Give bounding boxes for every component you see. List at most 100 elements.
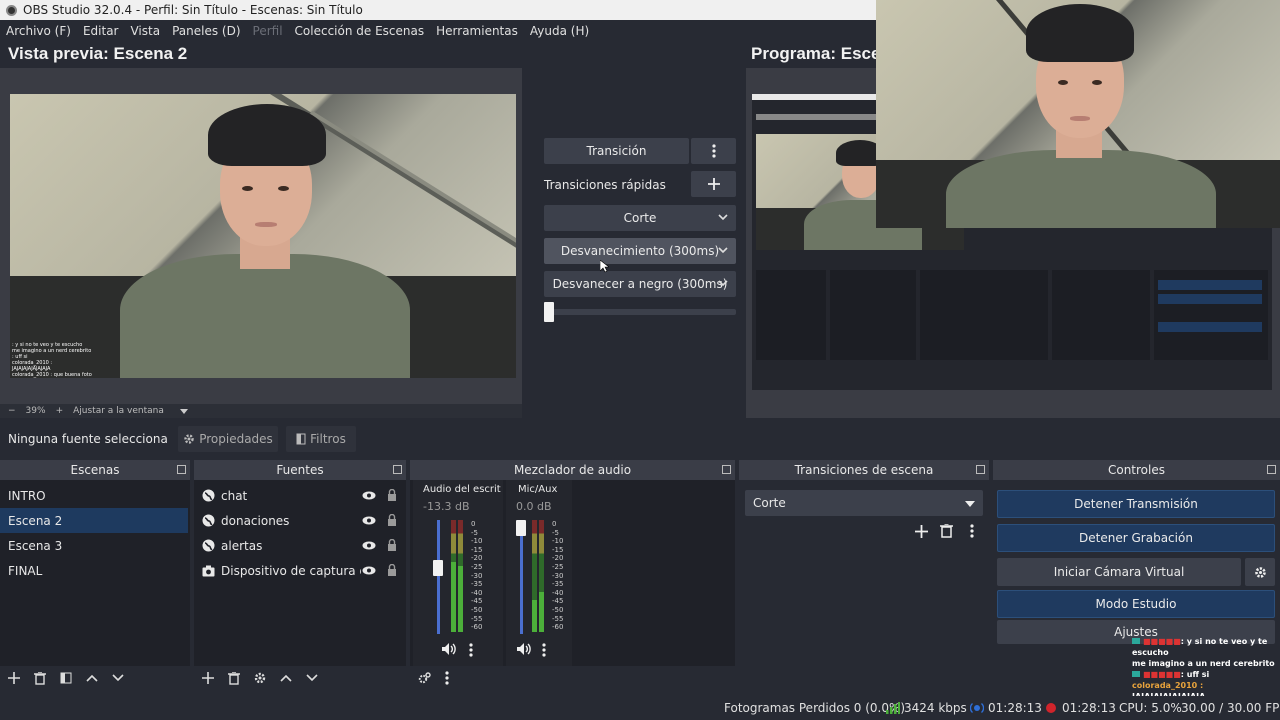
kebab-menu-icon[interactable] bbox=[469, 643, 473, 657]
eye-icon[interactable] bbox=[362, 566, 376, 575]
sources-list: chat donaciones alertas Dispositivo de c… bbox=[194, 480, 406, 666]
eye-icon[interactable] bbox=[362, 491, 376, 500]
remove-scene-button[interactable] bbox=[34, 671, 46, 685]
record-time: 01:28:13 bbox=[1062, 701, 1116, 715]
menu-coleccion-escenas[interactable]: Colección de Escenas bbox=[289, 24, 431, 38]
quick-transition-desvanecimiento[interactable]: Desvanecimiento (300ms) bbox=[544, 238, 736, 264]
dock-float-icon[interactable] bbox=[722, 465, 731, 474]
advanced-audio-button[interactable] bbox=[418, 672, 431, 684]
source-properties-button[interactable] bbox=[254, 672, 266, 684]
transition-properties-button[interactable] bbox=[970, 524, 974, 538]
sources-toolbar bbox=[194, 666, 406, 690]
menu-editar[interactable]: Editar bbox=[77, 24, 125, 38]
dock-float-icon[interactable] bbox=[177, 465, 186, 474]
remove-transition-button[interactable] bbox=[940, 524, 953, 538]
volume-slider-handle[interactable] bbox=[516, 520, 526, 536]
scene-filters-button[interactable] bbox=[60, 672, 72, 684]
add-transition-button[interactable] bbox=[915, 525, 928, 538]
transition-tbar[interactable] bbox=[544, 309, 736, 315]
dock-float-icon[interactable] bbox=[976, 465, 985, 474]
kebab-menu-icon[interactable] bbox=[542, 643, 546, 657]
audio-mixer: Audio del escritc -13.3 dB 0 -5 -10 -15 -20-… bbox=[410, 480, 735, 666]
menu-vista[interactable]: Vista bbox=[124, 24, 166, 38]
sources-dock-title: Fuentes bbox=[194, 460, 406, 480]
start-virtual-camera-button[interactable]: Iniciar Cámara Virtual bbox=[997, 558, 1241, 586]
filter-icon bbox=[296, 433, 306, 445]
menu-ayuda[interactable]: Ayuda (H) bbox=[524, 24, 595, 38]
mixer-channel-mic: Mic/Aux 0.0 dB 0 -5 -10 -15 -20 -25 -30 -35 -40-… bbox=[506, 480, 572, 666]
stop-record-button[interactable]: Detener Grabación bbox=[997, 524, 1275, 552]
filters-button[interactable]: Filtros bbox=[286, 426, 356, 452]
volume-slider-track[interactable] bbox=[520, 520, 523, 634]
signal-strength-icon bbox=[886, 702, 900, 714]
channel-db: 0.0 dB bbox=[516, 500, 552, 513]
mixer-dock-title: Mezclador de audio bbox=[410, 460, 735, 480]
lock-icon[interactable] bbox=[387, 564, 397, 576]
quick-transition-negro[interactable]: Desvanecer a negro (300ms) bbox=[544, 271, 736, 297]
speaker-icon[interactable] bbox=[516, 642, 532, 656]
speaker-icon[interactable] bbox=[441, 642, 457, 656]
fit-window-label[interactable]: Ajustar a la ventana bbox=[73, 406, 164, 416]
dock-float-icon[interactable] bbox=[393, 465, 402, 474]
source-item-chat[interactable]: chat bbox=[194, 483, 406, 508]
tbar-handle[interactable] bbox=[544, 302, 554, 322]
fit-dropdown-icon[interactable] bbox=[179, 408, 188, 414]
menu-herramientas[interactable]: Herramientas bbox=[430, 24, 524, 38]
studio-mode-button[interactable]: Modo Estudio bbox=[997, 590, 1275, 618]
properties-button[interactable]: Propiedades bbox=[178, 426, 278, 452]
transition-select[interactable]: Corte bbox=[745, 490, 983, 516]
stop-stream-button[interactable]: Detener Transmisión bbox=[997, 490, 1275, 518]
record-icon bbox=[1046, 703, 1056, 713]
add-scene-button[interactable] bbox=[8, 672, 20, 684]
move-scene-up-button[interactable] bbox=[86, 674, 98, 682]
mouse-cursor-icon bbox=[600, 260, 609, 273]
level-meter-fill bbox=[539, 592, 544, 632]
source-item-capture-device[interactable]: Dispositivo de captura de v bbox=[194, 558, 406, 583]
webcam-overlay-window bbox=[876, 0, 1280, 228]
eye-icon[interactable] bbox=[362, 516, 376, 525]
preview-webcam-image: : y si no te veo y te escucho me imagino… bbox=[10, 94, 516, 378]
source-item-alertas[interactable]: alertas bbox=[194, 533, 406, 558]
transition-more-button[interactable] bbox=[691, 138, 736, 164]
eye-icon[interactable] bbox=[362, 541, 376, 550]
zoom-level: 39% bbox=[25, 406, 46, 416]
add-source-button[interactable] bbox=[202, 672, 214, 684]
source-item-donaciones[interactable]: donaciones bbox=[194, 508, 406, 533]
program-title: Programa: Esce bbox=[751, 44, 881, 63]
virtual-camera-settings-button[interactable] bbox=[1245, 558, 1275, 586]
dock-float-icon[interactable] bbox=[1267, 465, 1276, 474]
zoom-in-button[interactable]: + bbox=[56, 406, 64, 416]
lock-icon[interactable] bbox=[387, 489, 397, 501]
preview-canvas[interactable]: : y si no te veo y te escucho me imagino… bbox=[0, 68, 522, 404]
scene-item-final[interactable]: FINAL bbox=[0, 558, 190, 583]
dropdown-arrow-icon bbox=[965, 501, 975, 507]
add-quick-transition-button[interactable] bbox=[691, 171, 736, 197]
scene-item-escena-3[interactable]: Escena 3 bbox=[0, 533, 190, 558]
chevron-down-icon bbox=[718, 247, 728, 254]
no-source-label: Ninguna fuente selecciona bbox=[8, 432, 168, 446]
quick-transition-corte[interactable]: Corte bbox=[544, 205, 736, 231]
camera-icon bbox=[202, 565, 215, 576]
scene-item-intro[interactable]: INTRO bbox=[0, 483, 190, 508]
scene-item-escena-2[interactable]: Escena 2 bbox=[0, 508, 188, 533]
volume-slider-handle[interactable] bbox=[433, 560, 443, 576]
scene-transitions-dock-title: Transiciones de escena bbox=[739, 460, 989, 480]
mixer-menu-button[interactable] bbox=[445, 671, 449, 685]
zoom-out-button[interactable]: − bbox=[8, 406, 16, 416]
kebab-menu-icon bbox=[711, 144, 716, 158]
lock-icon[interactable] bbox=[387, 539, 397, 551]
window-title: OBS Studio 32.0.4 - Perfil: Sin Título -… bbox=[23, 3, 363, 17]
lock-icon[interactable] bbox=[387, 514, 397, 526]
move-source-down-button[interactable] bbox=[306, 674, 318, 682]
chevron-down-icon bbox=[718, 280, 728, 287]
remove-source-button[interactable] bbox=[228, 671, 240, 685]
move-source-up-button[interactable] bbox=[280, 674, 292, 682]
move-scene-down-button[interactable] bbox=[112, 674, 124, 682]
menu-paneles[interactable]: Paneles (D) bbox=[166, 24, 246, 38]
gear-icon bbox=[184, 434, 194, 444]
menu-perfil[interactable]: Perfil bbox=[247, 24, 289, 38]
channel-name: Audio del escritc bbox=[423, 484, 501, 495]
transition-button[interactable]: Transición bbox=[544, 138, 689, 164]
volume-slider-track[interactable] bbox=[437, 520, 440, 634]
menu-archivo[interactable]: Archivo (F) bbox=[0, 24, 77, 38]
